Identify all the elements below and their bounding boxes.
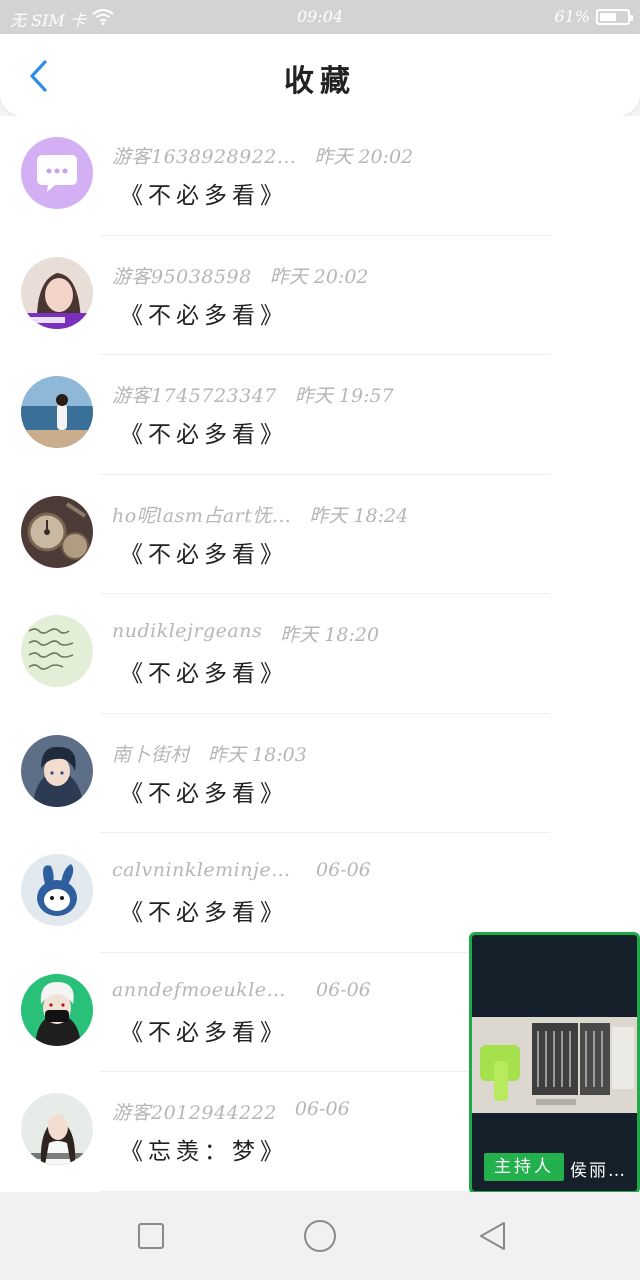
item-timestamp: 昨天 19:57 <box>294 385 394 407</box>
circle-icon <box>304 1220 336 1252</box>
host-badge: 主持人 <box>484 1153 564 1181</box>
item-title: 《不必多看》 <box>120 541 288 568</box>
item-timestamp: 昨天 18:03 <box>208 743 307 766</box>
item-title: 《不必多看》 <box>120 1019 288 1046</box>
item-timestamp: 昨天 20:02 <box>269 265 369 288</box>
favorite-item[interactable]: 游客95038598 昨天 20:02 《不必多看》 <box>0 236 640 355</box>
item-title: 《不必多看》 <box>120 780 288 807</box>
item-username: nudiklejrgeans <box>112 620 263 642</box>
clock: 09:04 <box>296 7 344 26</box>
user-avatar[interactable] <box>21 495 93 568</box>
battery-icon <box>596 8 633 25</box>
battery-level-fill <box>600 12 616 21</box>
item-title: 《不必多看》 <box>120 183 288 209</box>
item-timestamp: 06-06 <box>316 859 371 881</box>
favorite-item[interactable]: nudiklejrgeans 昨天 18:20 《不必多看》 <box>0 594 640 714</box>
item-title: 《不必多看》 <box>120 302 288 329</box>
item-timestamp: 06-06 <box>316 978 371 1001</box>
item-username: 游客1638928922… <box>112 146 297 168</box>
user-avatar[interactable] <box>21 973 93 1046</box>
recents-button[interactable] <box>133 1218 169 1254</box>
floating-live-window[interactable]: 主持人 侯丽… <box>469 932 640 1194</box>
favorite-item[interactable]: 游客1745723347 昨天 19:57 《不必多看》 <box>0 355 640 475</box>
user-avatar[interactable] <box>21 615 93 687</box>
battery-percent: 61% <box>554 7 590 26</box>
triangle-back-icon <box>480 1222 505 1250</box>
user-avatar[interactable] <box>21 734 93 807</box>
item-username: anndefmoeukledme… <box>112 978 298 1001</box>
user-avatar[interactable] <box>21 854 93 926</box>
back-nav-button[interactable] <box>474 1218 510 1254</box>
item-username: ho呢lasm占art怃… <box>112 504 292 527</box>
item-timestamp: 06-06 <box>294 1098 350 1120</box>
page-title: 收藏 <box>284 64 356 99</box>
item-timestamp: 昨天 18:24 <box>309 504 409 527</box>
item-username: 南卜街村 <box>112 743 191 766</box>
item-username: calvninkleminjeans <box>112 859 298 881</box>
user-avatar[interactable] <box>21 376 93 448</box>
favorite-item[interactable]: ho呢lasm占art怃… 昨天 18:24 《不必多看》 <box>0 475 640 594</box>
item-username: 游客2012944222 <box>112 1102 277 1124</box>
user-avatar[interactable] <box>21 256 93 329</box>
item-timestamp: 昨天 20:02 <box>314 146 414 168</box>
item-username: 游客95038598 <box>112 265 252 288</box>
host-name: 侯丽… <box>570 1161 627 1181</box>
item-title: 《忘羡：梦》 <box>120 1139 288 1165</box>
favorite-item[interactable]: 游客1638928922… 昨天 20:02 《不必多看》 <box>0 116 640 236</box>
live-video-frame <box>472 1017 637 1113</box>
item-title: 《不必多看》 <box>120 422 288 448</box>
square-icon <box>138 1223 164 1249</box>
item-timestamp: 昨天 18:20 <box>280 624 380 646</box>
system-nav-bar <box>0 1192 640 1280</box>
user-avatar[interactable] <box>21 137 93 209</box>
status-bar: 无 SIM 卡 09:04 61% <box>0 0 640 34</box>
item-title: 《不必多看》 <box>120 900 288 926</box>
home-button[interactable] <box>302 1218 338 1254</box>
header-bar: 收藏 <box>0 34 640 116</box>
item-username: 游客1745723347 <box>112 385 277 407</box>
item-title: 《不必多看》 <box>120 661 288 687</box>
user-avatar[interactable] <box>21 1093 93 1165</box>
favorite-item[interactable]: 南卜街村 昨天 18:03 《不必多看》 <box>0 714 640 833</box>
